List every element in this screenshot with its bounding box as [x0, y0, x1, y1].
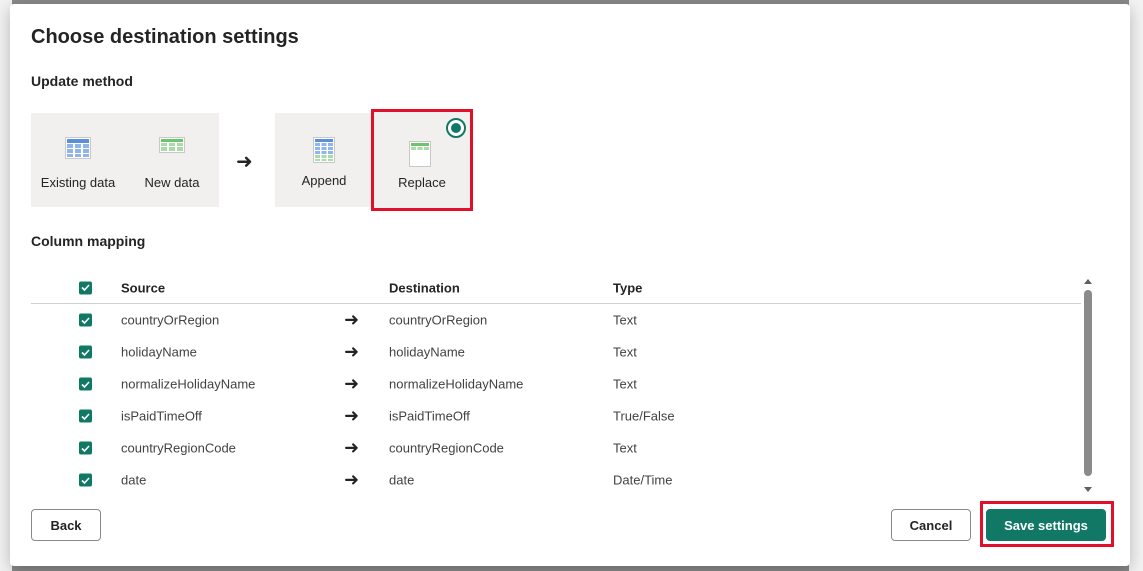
- background-app-right: [1129, 0, 1143, 571]
- table-icon: [65, 137, 91, 162]
- row-checkbox[interactable]: [79, 409, 92, 423]
- type-cell: Text: [613, 344, 637, 360]
- table-row: date ➜ date Date/Time: [31, 464, 1081, 496]
- replace-label: Replace: [398, 175, 446, 190]
- existing-data-label: Existing data: [40, 175, 116, 190]
- destination-cell: normalizeHolidayName: [389, 376, 524, 392]
- column-mapping-table: Source Destination Type countryOrRegion ➜…: [31, 272, 1081, 496]
- right-arrow-icon: ➜: [344, 309, 360, 330]
- scrollbar-thumb[interactable]: [1084, 290, 1092, 476]
- source-cell: countryRegionCode: [121, 440, 236, 456]
- replace-radio-selected[interactable]: [446, 118, 466, 138]
- source-cell: date: [121, 472, 147, 488]
- back-button[interactable]: Back: [31, 509, 101, 541]
- destination-cell: date: [389, 472, 415, 488]
- type-cell: True/False: [613, 408, 675, 424]
- column-mapping-label: Column mapping: [31, 233, 146, 249]
- table-row: normalizeHolidayName ➜ normalizeHolidayNam…: [31, 368, 1081, 400]
- scroll-up-icon[interactable]: [1083, 274, 1093, 284]
- row-checkbox[interactable]: [79, 313, 92, 327]
- right-arrow-icon: ➜: [344, 341, 360, 362]
- source-cell: countryOrRegion: [121, 312, 220, 328]
- source-cell: holidayName: [121, 344, 197, 360]
- save-settings-button[interactable]: Save settings: [986, 509, 1106, 541]
- right-arrow-icon: ➜: [236, 151, 253, 173]
- update-method-label: Update method: [31, 73, 133, 89]
- new-data-tile: New data: [125, 113, 219, 207]
- destination-settings-dialog: Choose destination settings Update metho…: [10, 4, 1130, 566]
- type-cell: Text: [613, 440, 637, 456]
- table-row: isPaidTimeOff ➜ isPaidTimeOff True/False: [31, 400, 1081, 432]
- new-rows-icon: [159, 137, 185, 156]
- type-cell: Text: [613, 376, 637, 392]
- source-column-header: Source: [121, 280, 166, 295]
- source-cell: normalizeHolidayName: [121, 376, 256, 392]
- table-row: countryRegionCode ➜ countryRegionCode Text: [31, 432, 1081, 464]
- right-arrow-icon: ➜: [344, 405, 360, 426]
- dialog-title: Choose destination settings: [31, 26, 299, 48]
- type-column-header: Type: [613, 280, 643, 295]
- append-option[interactable]: Append: [275, 113, 373, 207]
- existing-data-tile: Existing data: [31, 113, 125, 207]
- table-header-row: Source Destination Type: [31, 272, 1081, 304]
- right-arrow-icon: ➜: [344, 469, 360, 490]
- select-all-checkbox[interactable]: [79, 281, 92, 294]
- destination-cell: countryRegionCode: [389, 440, 504, 456]
- type-cell: Text: [613, 312, 637, 328]
- source-cell: isPaidTimeOff: [121, 408, 202, 424]
- destination-cell: countryOrRegion: [389, 312, 488, 328]
- table-row: countryOrRegion ➜ countryOrRegion Text: [31, 304, 1081, 336]
- replace-option[interactable]: Replace: [371, 109, 473, 211]
- right-arrow-icon: ➜: [344, 373, 360, 394]
- cancel-button[interactable]: Cancel: [891, 509, 971, 541]
- destination-column-header: Destination: [389, 280, 460, 295]
- row-checkbox[interactable]: [79, 473, 92, 487]
- table-row: holidayName ➜ holidayName Text: [31, 336, 1081, 368]
- type-cell: Date/Time: [613, 472, 673, 488]
- new-data-label: New data: [144, 175, 200, 190]
- row-checkbox[interactable]: [79, 345, 92, 359]
- right-arrow-icon: ➜: [344, 437, 360, 458]
- data-illustration: Existing data New data: [31, 113, 219, 207]
- append-label: Append: [301, 173, 347, 188]
- scroll-down-icon[interactable]: [1083, 481, 1093, 492]
- row-checkbox[interactable]: [79, 441, 92, 455]
- destination-cell: isPaidTimeOff: [389, 408, 470, 424]
- replace-table-icon: [409, 141, 431, 172]
- append-table-icon: [313, 137, 335, 166]
- destination-cell: holidayName: [389, 344, 465, 360]
- row-checkbox[interactable]: [79, 377, 92, 391]
